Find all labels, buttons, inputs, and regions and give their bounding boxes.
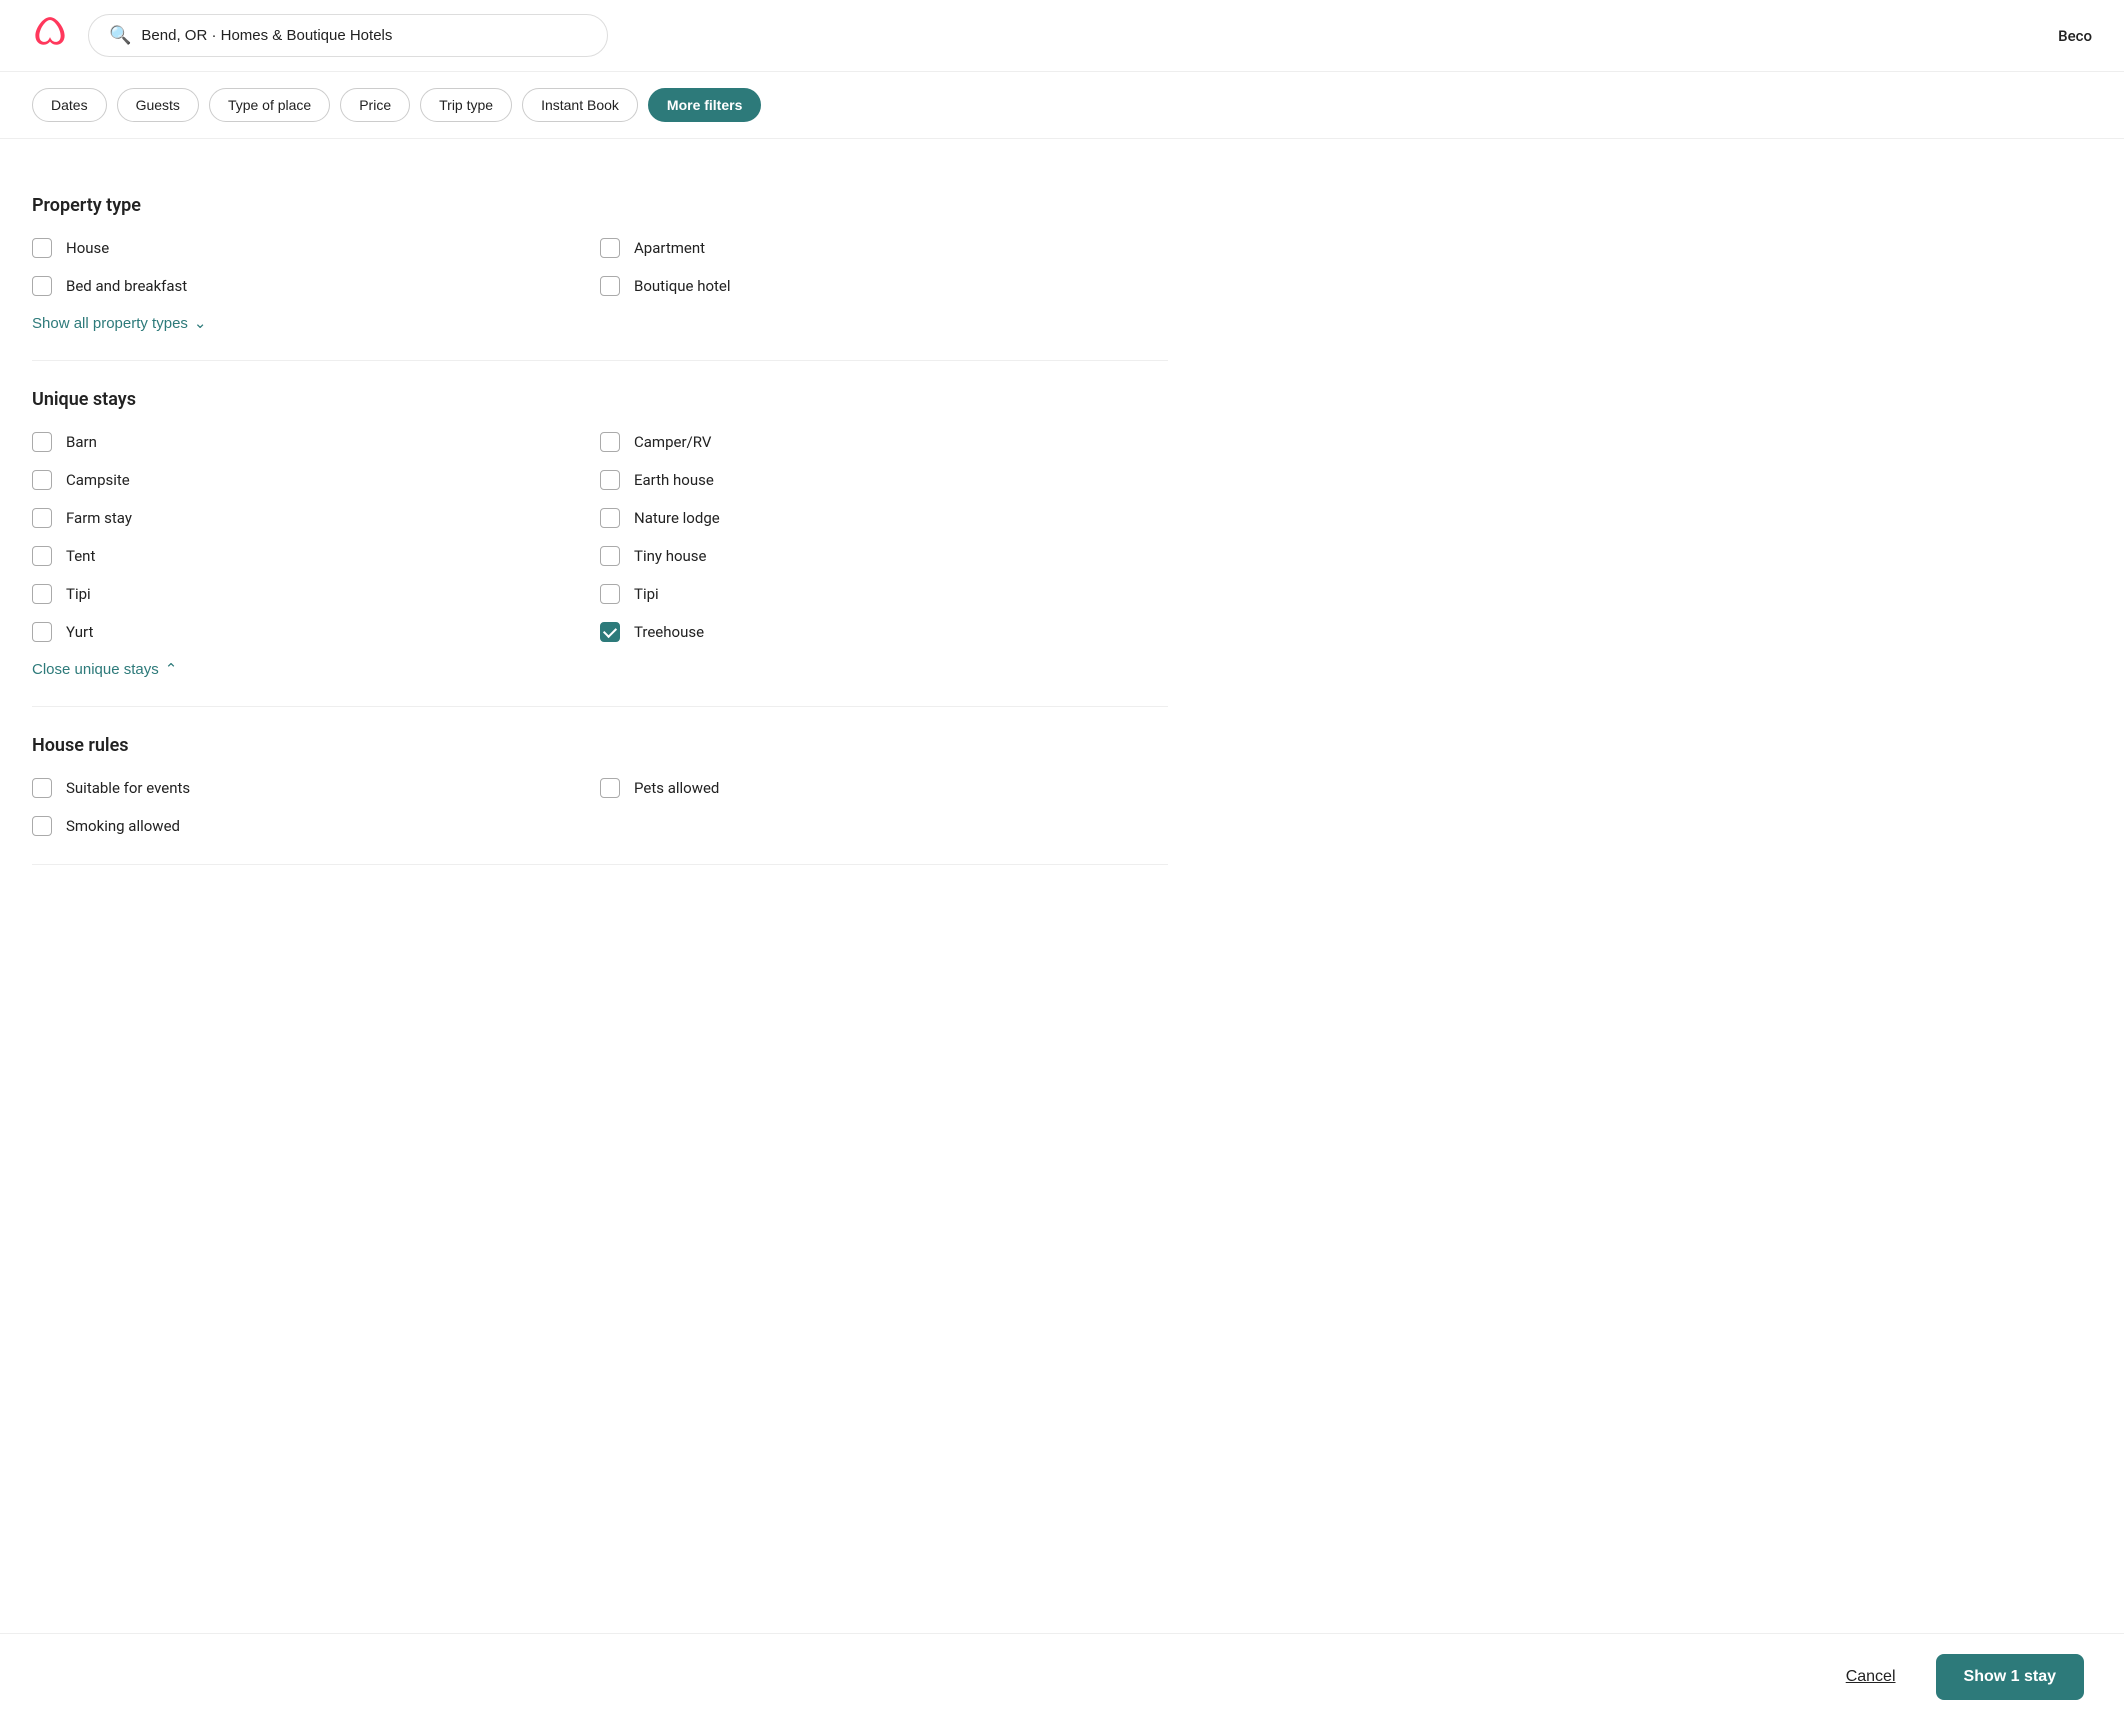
boutique-hotel-label: Boutique hotel (634, 277, 731, 295)
nature-lodge-label: Nature lodge (634, 509, 720, 527)
close-unique-stays-button[interactable]: Close unique stays ⌃ (32, 660, 177, 678)
bed-and-breakfast-label: Bed and breakfast (66, 277, 187, 295)
house-rules-section: House rules Suitable for events Smoking … (32, 707, 1168, 865)
checkbox-house[interactable]: House (32, 238, 600, 258)
filter-type-of-place[interactable]: Type of place (209, 88, 330, 122)
property-type-col1: House Bed and breakfast (32, 238, 600, 296)
checkbox-barn[interactable]: Barn (32, 432, 600, 452)
house-rules-title: House rules (32, 735, 1168, 756)
yurt-label: Yurt (66, 623, 93, 641)
house-label: House (66, 239, 109, 257)
checkbox-smoking-allowed[interactable]: Smoking allowed (32, 816, 600, 836)
show-stays-button[interactable]: Show 1 stay (1936, 1654, 2084, 1700)
tipi-label: Tipi (66, 585, 91, 603)
property-type-section: Property type House Bed and breakfast Ap… (32, 167, 1168, 361)
checkbox-tiny-house[interactable]: Tiny house (600, 546, 1168, 566)
unique-stays-col1: Barn Campsite Farm stay Tent Tipi (32, 432, 600, 642)
checkbox-tipi2[interactable]: Tipi (600, 584, 1168, 604)
chevron-down-icon: ⌄ (194, 314, 207, 332)
checkbox-bed-and-breakfast[interactable]: Bed and breakfast (32, 276, 600, 296)
pets-allowed-checkbox[interactable] (600, 778, 620, 798)
footer: Cancel Show 1 stay (0, 1633, 2124, 1720)
apartment-label: Apartment (634, 239, 705, 257)
chevron-up-icon: ⌃ (165, 660, 178, 678)
suitable-for-events-checkbox[interactable] (32, 778, 52, 798)
cancel-button[interactable]: Cancel (1826, 1656, 1916, 1698)
barn-checkbox[interactable] (32, 432, 52, 452)
checkbox-camper-rv[interactable]: Camper/RV (600, 432, 1168, 452)
show-all-property-types-button[interactable]: Show all property types ⌄ (32, 314, 207, 332)
user-label: Beco (2058, 27, 2092, 45)
property-type-col2: Apartment Boutique hotel (600, 238, 1168, 296)
farm-stay-label: Farm stay (66, 509, 132, 527)
tipi-checkbox[interactable] (32, 584, 52, 604)
search-input[interactable] (141, 27, 587, 44)
filter-instant-book[interactable]: Instant Book (522, 88, 638, 122)
treehouse-checkbox[interactable] (600, 622, 620, 642)
checkbox-tipi[interactable]: Tipi (32, 584, 600, 604)
filter-price[interactable]: Price (340, 88, 410, 122)
checkbox-suitable-for-events[interactable]: Suitable for events (32, 778, 600, 798)
treehouse-label: Treehouse (634, 623, 704, 641)
checkbox-tent[interactable]: Tent (32, 546, 600, 566)
house-rules-col1: Suitable for events Smoking allowed (32, 778, 600, 836)
unique-stays-section: Unique stays Barn Campsite Farm stay Ten… (32, 361, 1168, 707)
apartment-checkbox[interactable] (600, 238, 620, 258)
search-icon: 🔍 (109, 25, 131, 46)
barn-label: Barn (66, 433, 97, 451)
property-type-title: Property type (32, 195, 1168, 216)
tipi2-checkbox[interactable] (600, 584, 620, 604)
show-all-property-types-label: Show all property types (32, 315, 188, 332)
property-type-grid: House Bed and breakfast Apartment Boutiq… (32, 238, 1168, 296)
pets-allowed-label: Pets allowed (634, 779, 719, 797)
unique-stays-title: Unique stays (32, 389, 1168, 410)
checkbox-yurt[interactable]: Yurt (32, 622, 600, 642)
checkbox-nature-lodge[interactable]: Nature lodge (600, 508, 1168, 528)
suitable-for-events-label: Suitable for events (66, 779, 190, 797)
tiny-house-label: Tiny house (634, 547, 706, 565)
tipi2-label: Tipi (634, 585, 659, 603)
house-rules-grid: Suitable for events Smoking allowed Pets… (32, 778, 1168, 836)
unique-stays-grid: Barn Campsite Farm stay Tent Tipi (32, 432, 1168, 642)
search-bar[interactable]: 🔍 (88, 14, 608, 57)
campsite-checkbox[interactable] (32, 470, 52, 490)
tiny-house-checkbox[interactable] (600, 546, 620, 566)
checkbox-treehouse[interactable]: Treehouse (600, 622, 1168, 642)
tent-checkbox[interactable] (32, 546, 52, 566)
checkbox-apartment[interactable]: Apartment (600, 238, 1168, 258)
house-rules-col2: Pets allowed (600, 778, 1168, 836)
camper-rv-label: Camper/RV (634, 433, 711, 451)
filter-dates[interactable]: Dates (32, 88, 107, 122)
smoking-allowed-checkbox[interactable] (32, 816, 52, 836)
tent-label: Tent (66, 547, 95, 565)
camper-rv-checkbox[interactable] (600, 432, 620, 452)
house-checkbox[interactable] (32, 238, 52, 258)
filter-trip-type[interactable]: Trip type (420, 88, 512, 122)
smoking-allowed-label: Smoking allowed (66, 817, 180, 835)
checkbox-campsite[interactable]: Campsite (32, 470, 600, 490)
nature-lodge-checkbox[interactable] (600, 508, 620, 528)
close-unique-stays-label: Close unique stays (32, 661, 159, 678)
boutique-hotel-checkbox[interactable] (600, 276, 620, 296)
checkbox-pets-allowed[interactable]: Pets allowed (600, 778, 1168, 798)
checkbox-earth-house[interactable]: Earth house (600, 470, 1168, 490)
header: 🔍 Beco (0, 0, 2124, 72)
campsite-label: Campsite (66, 471, 130, 489)
airbnb-logo (32, 16, 68, 56)
earth-house-label: Earth house (634, 471, 714, 489)
earth-house-checkbox[interactable] (600, 470, 620, 490)
checkbox-boutique-hotel[interactable]: Boutique hotel (600, 276, 1168, 296)
main-content: Property type House Bed and breakfast Ap… (0, 139, 1200, 985)
filter-guests[interactable]: Guests (117, 88, 199, 122)
farm-stay-checkbox[interactable] (32, 508, 52, 528)
unique-stays-col2: Camper/RV Earth house Nature lodge Tiny … (600, 432, 1168, 642)
checkbox-farm-stay[interactable]: Farm stay (32, 508, 600, 528)
bed-and-breakfast-checkbox[interactable] (32, 276, 52, 296)
yurt-checkbox[interactable] (32, 622, 52, 642)
filter-bar: Dates Guests Type of place Price Trip ty… (0, 72, 2124, 139)
filter-more-filters[interactable]: More filters (648, 88, 761, 122)
